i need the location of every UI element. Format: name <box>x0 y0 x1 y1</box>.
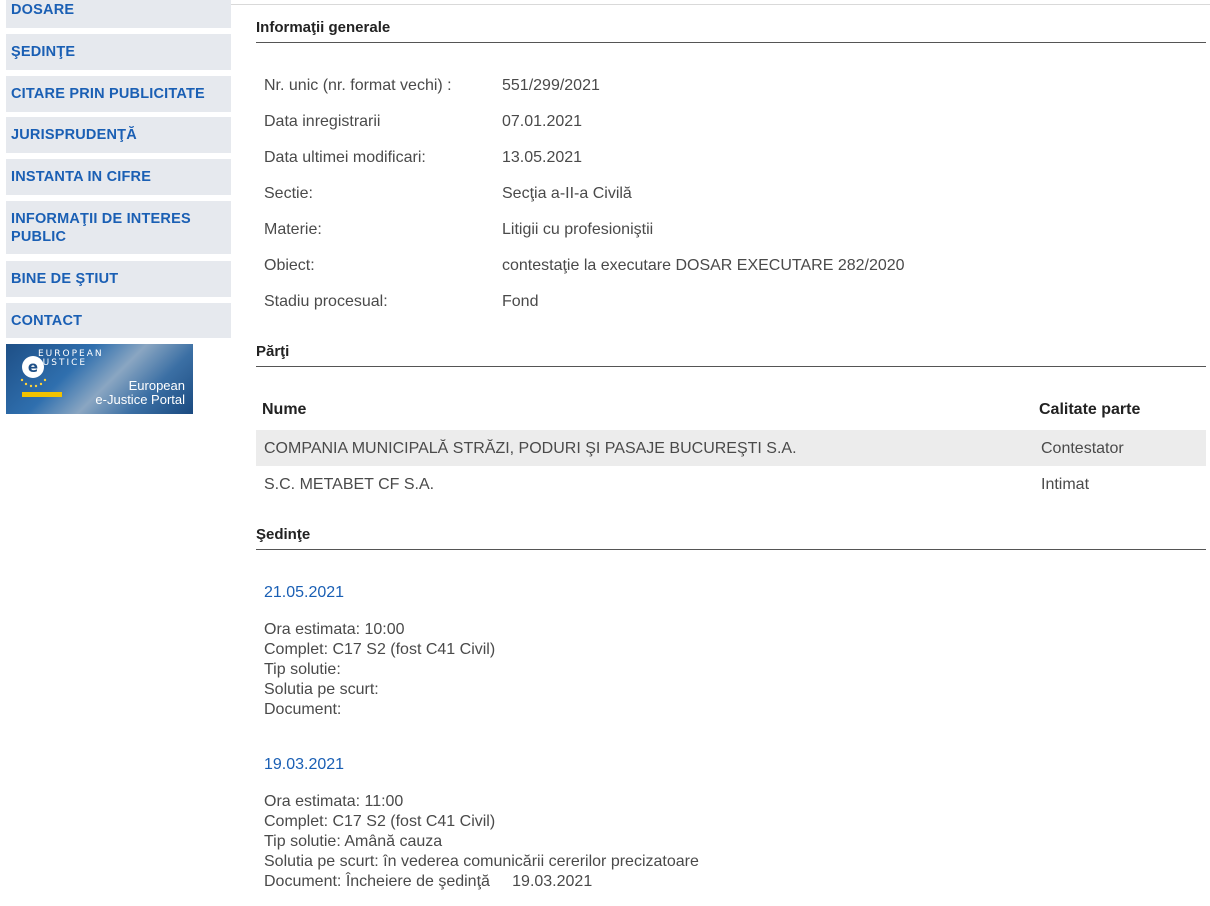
field-label-obiect: Obiect: <box>264 257 315 274</box>
field-value-data-modificari: 13.05.2021 <box>502 149 583 166</box>
field-label-data-modificari: Data ultimei modificari: <box>264 149 426 166</box>
party-role: Contestator <box>1041 440 1124 457</box>
hearing-date-link[interactable]: 19.03.2021 <box>264 756 344 774</box>
hearing-solutia: Solutia pe scurt: <box>264 681 379 698</box>
sidebar-item-informatii[interactable]: INFORMAŢII DE INTERES PUBLIC <box>6 201 231 254</box>
table-header-nume: Nume <box>262 401 307 418</box>
field-label-data-inregistrarii: Data inregistrarii <box>264 113 381 130</box>
svg-text:e: e <box>28 358 38 376</box>
sidebar-item-citare[interactable]: CITARE PRIN PUBLICITATE <box>6 76 231 112</box>
field-value-sectie: Secţia a-II-a Civilă <box>502 185 632 202</box>
hearing-tip-solutie: Tip solutie: <box>264 661 341 678</box>
field-label-nr-unic: Nr. unic (nr. format vechi) : <box>264 77 452 94</box>
sidebar-item-sedinte[interactable]: ŞEDINŢE <box>6 34 231 70</box>
field-label-sectie: Sectie: <box>264 185 313 202</box>
hearing-date-link[interactable]: 21.05.2021 <box>264 584 344 602</box>
field-value-data-inregistrarii: 07.01.2021 <box>502 113 583 130</box>
party-name: COMPANIA MUNICIPALĂ STRĂZI, PODURI ŞI PA… <box>264 440 797 457</box>
e-justice-badge-text: EUROPEAN JUSTICE <box>38 349 104 368</box>
field-value-stadiu: Fond <box>502 293 539 310</box>
table-header-calitate: Calitate parte <box>1039 401 1141 418</box>
top-divider <box>231 4 1210 5</box>
field-label-stadiu: Stadiu procesual: <box>264 293 388 310</box>
hearing-complet: Complet: C17 S2 (fost C41 Civil) <box>264 813 496 830</box>
table-row: S.C. METABET CF S.A. Intimat <box>256 466 1206 502</box>
hearing-document: Document: <box>264 701 342 718</box>
hearing-ora: Ora estimata: 11:00 <box>264 793 404 810</box>
hearing-complet: Complet: C17 S2 (fost C41 Civil) <box>264 641 496 658</box>
field-value-materie: Litigii cu profesioniştii <box>502 221 654 238</box>
section-title-sedinte: Şedinţe <box>256 526 1206 550</box>
sidebar-item-dosare[interactable]: DOSARE <box>6 0 231 28</box>
party-role: Intimat <box>1041 476 1090 493</box>
field-value-obiect: contestaţie la executare DOSAR EXECUTARE… <box>502 257 905 274</box>
hearing-solutia: Solutia pe scurt: în vederea comunicării… <box>264 853 699 870</box>
field-value-nr-unic: 551/299/2021 <box>502 77 600 94</box>
section-title-parti: Părţi <box>256 343 1206 367</box>
e-justice-portal-banner[interactable]: e EUROPEAN JUSTICE European e-Justice Po… <box>6 344 193 414</box>
table-row: COMPANIA MUNICIPALĂ STRĂZI, PODURI ŞI PA… <box>256 430 1206 466</box>
sidebar-item-bine-de-stiut[interactable]: BINE DE ŞTIUT <box>6 261 231 297</box>
hearing-document: Document: Încheiere de şedinţă 19.03.202… <box>264 873 593 890</box>
hearing-ora: Ora estimata: 10:00 <box>264 621 405 638</box>
sidebar-item-contact[interactable]: CONTACT <box>6 303 231 338</box>
e-justice-caption: European e-Justice Portal <box>95 378 185 407</box>
party-name: S.C. METABET CF S.A. <box>264 476 435 493</box>
section-title-general: Informaţii generale <box>256 19 1206 43</box>
field-label-materie: Materie: <box>264 221 322 238</box>
sidebar-item-instanta[interactable]: INSTANTA IN CIFRE <box>6 159 231 195</box>
hearing-tip-solutie: Tip solutie: Amână cauza <box>264 833 443 850</box>
sidebar-item-jurisprudenta[interactable]: JURISPRUDENŢĂ <box>6 117 231 153</box>
